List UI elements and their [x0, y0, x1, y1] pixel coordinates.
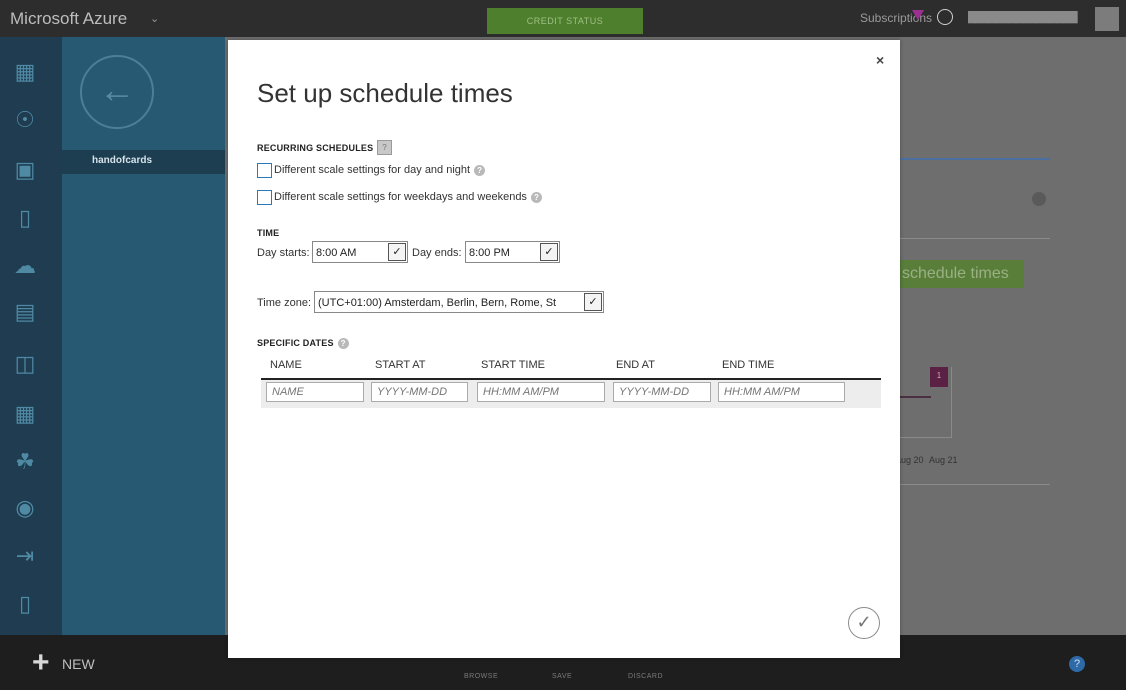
- all-items-icon[interactable]: ▦: [12, 59, 38, 85]
- column-end-time: END TIME: [722, 359, 775, 371]
- chevron-down-icon[interactable]: ✓: [388, 243, 406, 261]
- column-end-at: END AT: [616, 359, 655, 371]
- name-input[interactable]: [266, 382, 364, 402]
- day-starts-value: 8:00 AM: [316, 247, 357, 259]
- media-services-icon[interactable]: ◉: [12, 495, 38, 521]
- close-icon[interactable]: ×: [876, 52, 884, 68]
- chart-line: [895, 396, 931, 398]
- column-start-time: START TIME: [481, 359, 545, 371]
- discard-button[interactable]: DISCARD: [628, 673, 663, 680]
- axis-label: Aug 21: [929, 455, 958, 465]
- end-date-input[interactable]: [613, 382, 711, 402]
- day-night-label-text: Different scale settings for day and nig…: [274, 164, 471, 176]
- column-name: NAME: [270, 359, 302, 371]
- new-button[interactable]: NEW: [62, 656, 95, 672]
- browse-button[interactable]: BROWSE: [464, 673, 498, 680]
- weekdays-weekends-checkbox[interactable]: [257, 190, 272, 205]
- service-bus-icon[interactable]: ⇥: [12, 543, 38, 569]
- globe-icon[interactable]: [937, 9, 953, 25]
- help-icon[interactable]: ?: [1069, 656, 1085, 672]
- chevron-down-icon[interactable]: ✓: [540, 243, 558, 261]
- day-night-checkbox[interactable]: [257, 163, 272, 178]
- help-icon[interactable]: ?: [474, 164, 486, 176]
- specific-dates-heading: SPECIFIC DATES?: [257, 338, 349, 350]
- chart-badge: 1: [930, 367, 948, 387]
- day-ends-label: Day ends:: [412, 247, 462, 259]
- help-icon[interactable]: ?: [377, 140, 392, 155]
- start-date-input[interactable]: [371, 382, 468, 402]
- sql-databases-icon[interactable]: ◫: [12, 351, 38, 377]
- divider: [900, 158, 1050, 160]
- weekdays-weekends-label-text: Different scale settings for weekdays an…: [274, 191, 527, 203]
- schedule-times-button: schedule times: [900, 260, 1024, 288]
- storage-icon[interactable]: ▦: [12, 401, 38, 427]
- mobile-engagement-icon[interactable]: ▯: [12, 591, 38, 617]
- day-starts-label: Day starts:: [257, 247, 310, 259]
- start-time-input[interactable]: [477, 382, 605, 402]
- weekdays-weekends-label: Different scale settings for weekdays an…: [274, 191, 542, 203]
- column-start-at: START AT: [375, 359, 426, 371]
- divider: [900, 238, 1050, 239]
- chart-axis: [951, 367, 952, 437]
- left-rail: ▦ ☉ ▣ ▯ ☁ ▤ ◫ ▦ ☘ ◉ ⇥ ▯: [0, 37, 62, 635]
- websites-icon[interactable]: ☉: [12, 107, 38, 133]
- divider: [900, 484, 1050, 485]
- end-time-input[interactable]: [718, 382, 845, 402]
- filter-icon[interactable]: [912, 10, 924, 20]
- chevron-down-icon[interactable]: ⌄: [150, 12, 159, 25]
- credit-status-button[interactable]: CREDIT STATUS: [487, 8, 643, 34]
- avatar[interactable]: [1095, 7, 1119, 31]
- back-arrow-icon[interactable]: ←: [80, 55, 154, 129]
- day-night-label: Different scale settings for day and nig…: [274, 164, 486, 176]
- timezone-select[interactable]: (UTC+01:00) Amsterdam, Berlin, Bern, Rom…: [314, 291, 604, 313]
- cloud-services-icon[interactable]: ☁: [12, 253, 38, 279]
- chevron-down-icon[interactable]: ✓: [584, 293, 602, 311]
- help-icon[interactable]: ?: [530, 191, 542, 203]
- save-button[interactable]: SAVE: [552, 673, 572, 680]
- timezone-label: Time zone:: [257, 297, 312, 309]
- dialog-title: Set up schedule times: [257, 78, 513, 108]
- batch-icon[interactable]: ▤: [12, 299, 38, 325]
- help-icon[interactable]: ?: [337, 338, 349, 350]
- day-starts-select[interactable]: 8:00 AM ✓: [312, 241, 408, 263]
- virtual-machines-icon[interactable]: ▣: [12, 157, 38, 183]
- nav-item-label: handofcards: [92, 155, 153, 166]
- brand-title[interactable]: Microsoft Azure: [10, 9, 127, 29]
- hdinsight-icon[interactable]: ☘: [12, 449, 38, 475]
- secondary-nav: [62, 37, 225, 635]
- specific-dates-text: SPECIFIC DATES: [257, 338, 334, 348]
- account-name[interactable]: ████████████████: [968, 11, 1080, 25]
- mobile-services-icon[interactable]: ▯: [12, 205, 38, 231]
- help-icon: [1032, 192, 1046, 206]
- confirm-check-icon[interactable]: ✓: [848, 607, 880, 639]
- chart-axis: [895, 437, 952, 438]
- timezone-value: (UTC+01:00) Amsterdam, Berlin, Bern, Rom…: [318, 297, 557, 309]
- recurring-schedules-heading: RECURRING SCHEDULES: [257, 143, 374, 153]
- day-ends-value: 8:00 PM: [469, 247, 510, 259]
- plus-icon[interactable]: +: [32, 648, 50, 678]
- time-heading: TIME: [257, 228, 280, 238]
- day-ends-select[interactable]: 8:00 PM ✓: [465, 241, 560, 263]
